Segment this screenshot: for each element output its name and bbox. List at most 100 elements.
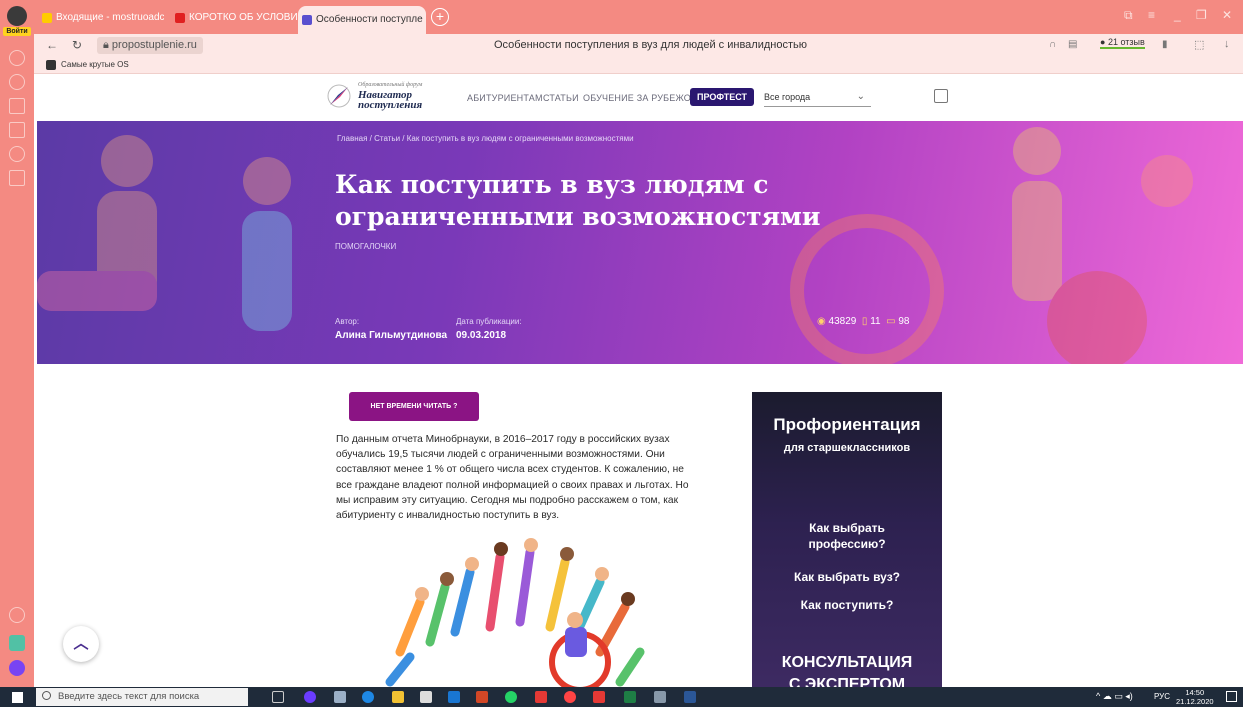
media-icon[interactable] <box>9 635 25 651</box>
logo-subtitle: Образовательный форум <box>358 82 423 88</box>
mail-icon <box>42 13 52 23</box>
download-icon[interactable] <box>9 170 25 186</box>
windows-taskbar: Введите здесь текст для поиска ^ ☁ ▭ ◂) … <box>0 687 1243 707</box>
lock-icon: 🔒︎ <box>103 39 112 51</box>
history-icon[interactable] <box>9 74 25 90</box>
login-button[interactable]: Войти <box>3 27 31 36</box>
author-name[interactable]: Алина Гильмутдинова <box>335 330 447 341</box>
collections-icon[interactable] <box>9 122 25 138</box>
breadcrumb[interactable]: Главная / Статьи / Как поступить в вуз л… <box>337 134 634 143</box>
app-icon-3[interactable] <box>654 691 666 703</box>
login-icon[interactable] <box>934 89 948 103</box>
minimize-icon[interactable]: _ <box>1174 8 1181 22</box>
ad-question-1: Как выбрать профессию? <box>808 521 886 551</box>
app-red-icon[interactable] <box>535 691 547 703</box>
add-panel-icon[interactable] <box>9 607 25 623</box>
ad-banner[interactable]: Профориентация для старшеклассников Как … <box>752 392 942 687</box>
tabs-icon[interactable]: ⧉ <box>1124 8 1133 23</box>
tab-mail[interactable]: Входящие - mostruoadc <box>38 8 164 28</box>
store-icon[interactable] <box>420 691 432 703</box>
powerpoint-icon[interactable] <box>476 691 488 703</box>
article-title: Как поступить в вуз людям с ограниченным… <box>335 170 821 231</box>
ad-question-3: Как поступить? <box>800 598 894 612</box>
article-paragraph: По данным отчета Минобрнауки, в 2016–201… <box>336 434 689 522</box>
language-indicator[interactable]: РУС <box>1154 692 1170 701</box>
hero-illustration <box>37 127 1193 364</box>
menu-icon[interactable]: ≡ <box>1148 8 1155 22</box>
nav-abroad[interactable]: ОБУЧЕНИЕ ЗА РУБЕЖОМ <box>583 93 699 103</box>
reload-icon[interactable]: ↻ <box>72 38 82 52</box>
app-icon-2[interactable] <box>593 691 605 703</box>
whatsapp-icon[interactable] <box>505 691 517 703</box>
excel-icon[interactable] <box>624 691 636 703</box>
search-icon <box>42 691 51 700</box>
notifications-icon[interactable] <box>1226 691 1237 702</box>
profile-avatar[interactable] <box>7 6 27 26</box>
site-icon <box>302 15 312 25</box>
task-view-icon[interactable] <box>272 691 284 703</box>
tab-label: Входящие - mostruoadc <box>56 12 164 23</box>
proftest-button[interactable]: ПРОФТЕСТ <box>690 88 754 106</box>
tab-bar: Входящие - mostruoadc КОРОТКО ОБ УСЛОВИЯ… <box>34 0 1243 34</box>
city-value: Все города <box>764 92 811 102</box>
back-icon[interactable]: ← <box>46 38 58 52</box>
views-icon: ◉ <box>817 316 826 327</box>
article-tag[interactable]: помогалочки <box>335 242 396 251</box>
no-time-to-read-button[interactable]: НЕТ ВРЕМЕНИ ЧИТАТЬ ? <box>349 392 479 421</box>
tab-active[interactable]: Особенности поступле × <box>298 6 426 34</box>
explorer-icon[interactable] <box>392 691 404 703</box>
bookmarks-count: 11 <box>870 316 881 327</box>
edge-icon[interactable] <box>362 691 374 703</box>
extensions-icon[interactable]: ⬚ <box>1194 38 1204 51</box>
city-select[interactable]: Все города ⌄ <box>764 87 871 107</box>
ad-title: Профориентация <box>773 415 921 434</box>
nav-articles[interactable]: СТАТЬИ <box>543 93 579 103</box>
reviews-badge[interactable]: ● 21 отзыв <box>1100 37 1145 49</box>
publish-date: 09.03.2018 <box>456 330 507 341</box>
app-icon[interactable] <box>334 691 346 703</box>
ad-subtitle: для старшеклассников <box>783 442 911 454</box>
bookmark-folder-icon <box>46 60 56 70</box>
close-icon[interactable]: ✕ <box>1222 8 1232 22</box>
logo-title: Навигатор поступления <box>358 89 423 111</box>
hero-banner: Главная / Статьи / Как поступить в вуз л… <box>37 121 1243 364</box>
tab-label: Особенности поступле × <box>316 14 426 25</box>
scroll-to-top-button[interactable]: ︿ <box>63 626 99 662</box>
author-label: Автор: <box>335 317 360 326</box>
system-clock[interactable]: 14:50 21.12.2020 <box>1176 688 1214 706</box>
alice-taskbar-icon[interactable] <box>304 691 316 703</box>
bookmark-item[interactable]: Самые крутые OS <box>61 60 129 69</box>
new-tab-button[interactable]: + <box>431 8 449 26</box>
headphones-icon[interactable]: ∩ <box>1049 39 1056 50</box>
play-icon[interactable] <box>9 146 25 162</box>
site-header: Образовательный форум Навигатор поступле… <box>34 75 1243 121</box>
windows-start-icon[interactable] <box>12 692 23 703</box>
article-illustration <box>385 538 645 687</box>
taskbar-search-field[interactable]: Введите здесь текст для поиска <box>36 688 248 706</box>
maximize-icon[interactable]: ❐ <box>1196 8 1207 22</box>
comment-icon[interactable]: ▭ <box>886 316 895 327</box>
comments-count: 98 <box>898 316 910 327</box>
url-field[interactable]: 🔒︎ propostuplenie.ru <box>97 37 203 54</box>
nav-applicants[interactable]: АБИТУРИЕНТАМ <box>467 93 543 103</box>
star-icon[interactable] <box>9 98 25 114</box>
yandex-browser-icon[interactable] <box>564 691 576 703</box>
tab-yandex[interactable]: КОРОТКО ОБ УСЛОВИЯХ <box>171 8 297 28</box>
alice-icon[interactable] <box>9 660 25 676</box>
word-icon[interactable] <box>684 691 696 703</box>
bookmark-icon[interactable]: ▯ <box>862 316 868 327</box>
ad-question-2: Как выбрать вуз? <box>793 570 900 584</box>
downloads-icon[interactable]: ↓ <box>1224 38 1230 50</box>
tab-label: КОРОТКО ОБ УСЛОВИЯХ <box>189 12 297 23</box>
date-label: Дата публикации: <box>456 317 522 326</box>
search-placeholder: Введите здесь текст для поиска <box>58 691 200 702</box>
reviews-text: 21 отзыв <box>1107 37 1145 47</box>
bell-icon[interactable] <box>9 50 25 66</box>
bookmark-icon[interactable]: ▮ <box>1162 39 1168 50</box>
clock-time: 14:50 <box>1185 688 1205 697</box>
mail-taskbar-icon[interactable] <box>448 691 460 703</box>
bookmarks-bar: Самые крутые OS <box>34 58 1243 74</box>
tray-icons[interactable]: ^ ☁ ▭ ◂) <box>1096 691 1133 702</box>
logo-icon[interactable] <box>326 83 352 109</box>
reader-icon[interactable]: ▤ <box>1068 39 1077 50</box>
